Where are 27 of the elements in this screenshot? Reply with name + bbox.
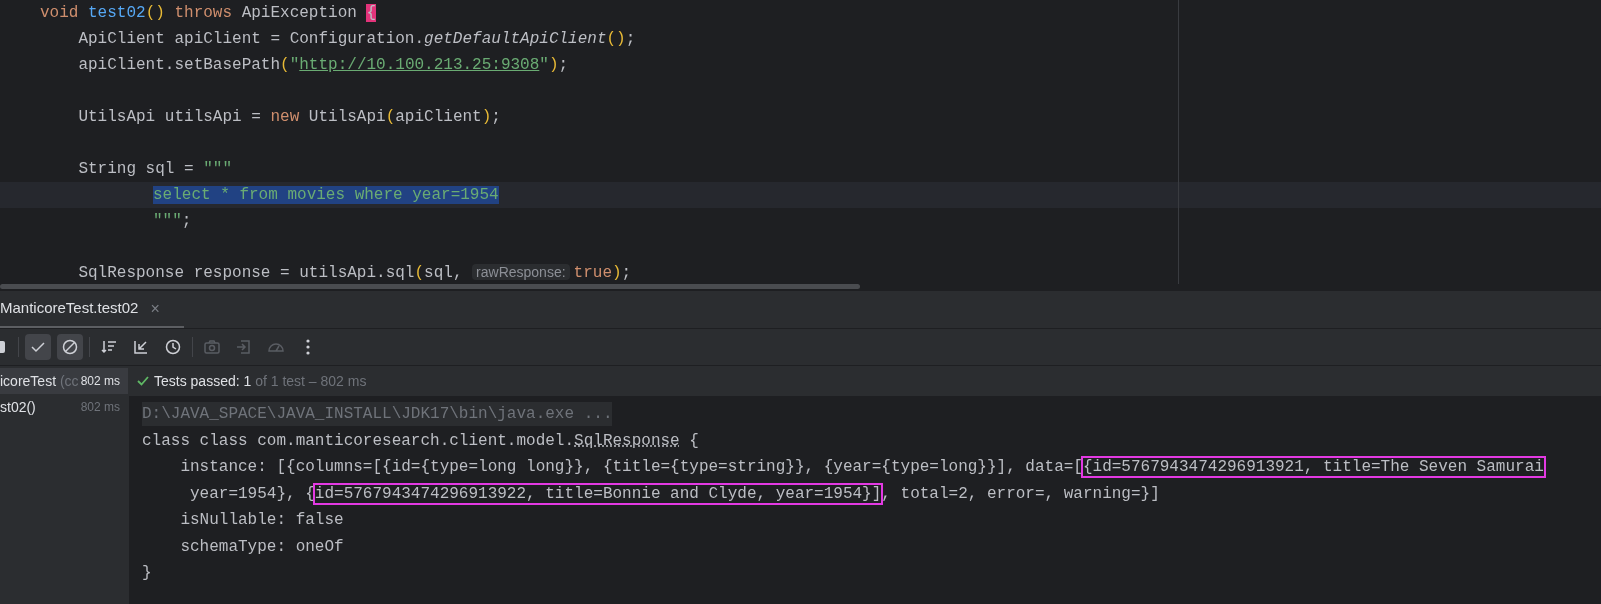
more-icon (306, 339, 310, 355)
collapse-arrow-icon (132, 338, 150, 356)
console-line: schemaType: oneOf (179, 536, 344, 558)
horizontal-scrollbar[interactable] (0, 284, 860, 289)
camera-icon (203, 338, 221, 356)
code-line: ApiClient apiClient = Configuration.getDefaultApiClient(); (77, 29, 636, 50)
import-icon (235, 338, 253, 356)
check-icon (136, 374, 150, 388)
code-line: String sql = """ (77, 159, 233, 180)
sort-icon (100, 338, 118, 356)
console-line: class class com.manticoresearch.client.model.SqlResponse { (142, 430, 699, 452)
console-line: instance: [{columns=[{id={type=long long}}, {title={type=string}}, {year={type=long}}], data=[{id=5767943474296913921, title=The Seven Samurai (179, 457, 1544, 479)
code-line: UtilsApi utilsApi = new UtilsApi(apiClient); (77, 107, 501, 128)
test-tree-item[interactable]: icoreTest (cc 802 ms (0, 368, 128, 394)
test-status-text: Tests passed: 1 of 1 test – 802 ms (154, 371, 367, 391)
clock-icon (164, 338, 182, 356)
code-editor[interactable] (0, 0, 1601, 284)
code-line: """; (153, 211, 192, 232)
console-line: } (142, 563, 152, 585)
test-tree-item[interactable]: st02() 802 ms (0, 394, 128, 420)
code-line: apiClient.setBasePath("http://10.100.213.25:9308"); (77, 55, 569, 76)
passed-button[interactable] (25, 334, 51, 360)
console-line: isNullable: false (179, 510, 344, 532)
code-line: SqlResponse response = utilsApi.sql(sql, rawResponse: true); (77, 263, 632, 284)
code-line: void test02() throws ApiException { (40, 3, 377, 24)
circle-slash-icon (61, 338, 79, 356)
ignored-button[interactable] (57, 334, 83, 360)
